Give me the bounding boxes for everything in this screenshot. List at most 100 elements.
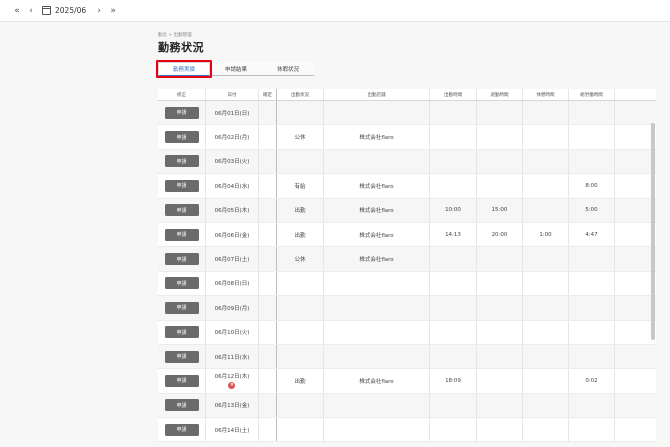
tab-leave-status[interactable]: 休暇状況: [262, 62, 314, 76]
total-hours-cell: [569, 320, 615, 344]
apply-button[interactable]: 申請: [164, 374, 199, 387]
confirmed-cell: [259, 222, 277, 247]
break-time-cell: [523, 101, 569, 125]
date-label: 06月06日(金): [214, 232, 250, 239]
date-cell: 06月06日(金): [206, 222, 259, 247]
total-hours-cell: [569, 271, 615, 296]
date-wrap: 06月06日(金): [215, 231, 250, 239]
clock-in-cell: [430, 247, 477, 271]
tab-bar: 勤務実績 申請結果 休暇状況: [158, 62, 314, 76]
date-label: 06月12日(木): [214, 374, 250, 381]
break-time-cell: [523, 418, 569, 442]
apply-button[interactable]: 申請: [164, 277, 199, 290]
apply-button[interactable]: 申請: [164, 228, 199, 241]
clock-in-cell: 10:00: [430, 198, 477, 222]
extra-cell: [615, 296, 656, 319]
date-wrap: 06月10日(火): [215, 328, 250, 336]
clock-out-cell: [477, 369, 523, 393]
break-time-cell: [523, 393, 569, 418]
table-row: 申請 06月02日(月) 公休 株式会社flaro: [158, 125, 656, 150]
apply-button[interactable]: 申請: [164, 253, 199, 266]
extra-cell: [615, 125, 656, 148]
date-wrap: 06月02日(月): [215, 133, 250, 141]
clock-out-cell: [477, 149, 523, 174]
date-cell: 06月10日(火): [206, 320, 259, 344]
table-body: 申請 06月01日(日) 申請 06月02日(月) 公休株式会社flaro 申請 06月03…: [158, 101, 656, 443]
confirmed-cell: [259, 149, 277, 174]
date-cell: 06月12日(木) ×: [206, 369, 259, 393]
confirmed-cell: [259, 247, 277, 271]
double-chevron-left-icon[interactable]: «: [10, 4, 24, 18]
month-navigation-bar: « ‹ 2025/06 › »: [0, 0, 670, 22]
apply-button[interactable]: 申請: [164, 204, 199, 217]
table-row: 申請 06月09日(月): [158, 296, 656, 321]
date-label: 06月09日(月): [214, 305, 250, 312]
tab-application-results[interactable]: 申請結果: [210, 62, 262, 76]
date-wrap: 06月04日(水): [215, 182, 250, 190]
date-cell: 06月01日(日): [206, 101, 259, 125]
table-row: 申請 06月04日(水) 有給 株式会社flaro 8:00: [158, 174, 656, 199]
date-cell: 06月08日(日): [206, 271, 259, 296]
date-label: 06月04日(水): [214, 183, 250, 190]
edit-cell: 申請: [158, 369, 206, 393]
extra-cell: [615, 345, 656, 368]
clock-out-cell: [477, 320, 523, 344]
date-cell: 06月02日(月): [206, 125, 259, 149]
break-time-cell: [523, 271, 569, 296]
apply-button[interactable]: 申請: [164, 399, 199, 412]
calendar-icon[interactable]: [42, 6, 51, 15]
header-break-time: 休憩時間: [523, 89, 569, 100]
attendance-status-cell: 公休: [277, 125, 324, 149]
edit-cell: 申請: [158, 296, 206, 320]
extra-cell: [615, 247, 656, 270]
attendance-status-cell: 出勤: [277, 198, 324, 222]
apply-button[interactable]: 申請: [164, 155, 199, 168]
apply-button[interactable]: 申請: [164, 179, 199, 192]
clock-out-cell: [477, 271, 523, 296]
date-label: 06月05日(木): [214, 208, 250, 215]
clock-out-cell: 15:00: [477, 198, 523, 222]
confirmed-cell: [259, 198, 277, 222]
clock-out-cell: [477, 393, 523, 418]
total-hours-cell: [569, 418, 615, 442]
clock-out-cell: [477, 247, 523, 271]
attendance-status-cell: [277, 101, 324, 125]
vertical-scrollbar[interactable]: [651, 123, 655, 340]
date-label: 06月01日(日): [214, 110, 250, 117]
current-month[interactable]: 2025/06: [55, 6, 86, 15]
table-row: 申請 06月13日(金): [158, 393, 656, 419]
apply-button[interactable]: 申請: [164, 350, 199, 363]
date-wrap: 06月07日(土): [215, 255, 250, 263]
table-row: 申請 06月06日(金) 出勤 株式会社flaro 14:13 20:00 1:00 4:47: [158, 222, 656, 248]
apply-button[interactable]: 申請: [164, 301, 199, 314]
chevron-right-icon[interactable]: ›: [92, 4, 106, 18]
header-attendance-status: 出勤状況: [277, 89, 324, 100]
edit-cell: 申請: [158, 247, 206, 271]
error-icon[interactable]: ×: [228, 382, 236, 390]
double-chevron-right-icon[interactable]: »: [106, 4, 120, 18]
edit-cell: 申請: [158, 344, 206, 369]
store-cell: [324, 101, 430, 125]
table-row: 申請 06月03日(火): [158, 149, 656, 175]
store-cell: [324, 393, 430, 418]
date-wrap: 06月13日(金): [215, 401, 250, 409]
clock-out-cell: [477, 125, 523, 149]
total-hours-cell: [569, 125, 615, 149]
store-cell: 株式会社flaro: [324, 198, 430, 222]
attendance-status-cell: 出勤: [277, 222, 324, 247]
tab-work-record[interactable]: 勤務実績: [158, 62, 210, 76]
apply-button[interactable]: 申請: [164, 423, 199, 436]
apply-button[interactable]: 申請: [164, 326, 199, 339]
date-label: 06月13日(金): [214, 403, 250, 410]
header-confirmed: 確定: [259, 89, 277, 100]
date-cell: 06月09日(月): [206, 296, 259, 320]
apply-button[interactable]: 申請: [164, 106, 199, 119]
clock-in-cell: [430, 101, 477, 125]
total-hours-cell: [569, 247, 615, 271]
date-label: 06月11日(水): [214, 354, 250, 361]
apply-button[interactable]: 申請: [164, 131, 199, 144]
confirmed-cell: [259, 320, 277, 344]
clock-in-cell: 18:09: [430, 369, 477, 393]
total-hours-cell: 8:00: [569, 174, 615, 198]
chevron-left-icon[interactable]: ‹: [24, 4, 38, 18]
